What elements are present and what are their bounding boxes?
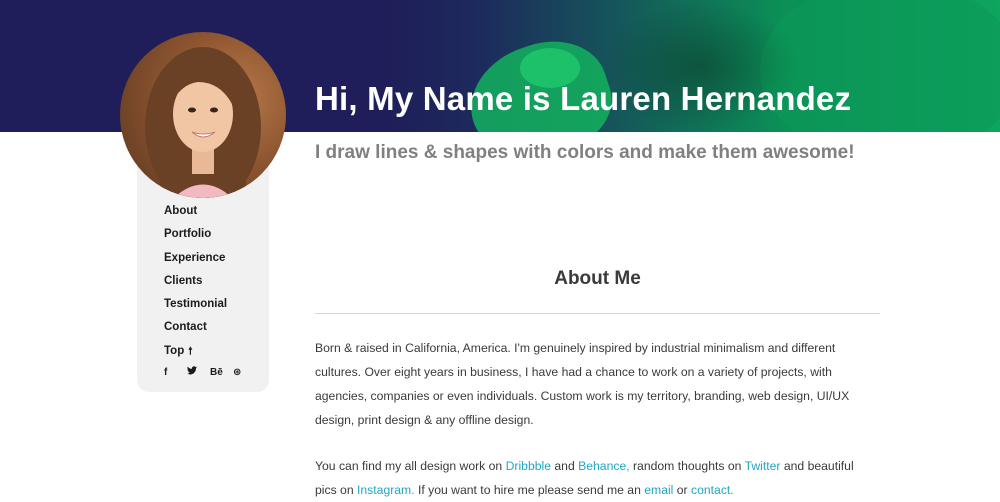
nav-item-about[interactable]: About [164,204,227,227]
nav-item-portfolio[interactable]: Portfolio [164,227,227,250]
dribbble-link[interactable]: Dribbble [506,459,551,473]
links-text: If you want to hire me please send me an [414,483,645,497]
twitter-icon[interactable] [187,366,210,378]
avatar-portrait [145,47,261,198]
behance-link[interactable]: Behance, [578,459,630,473]
nav-label: Contact [164,321,207,334]
nav-label: Clients [164,274,203,287]
arrow-up-icon: 🠕 [188,345,193,357]
tagline: I draw lines & shapes with colors and ma… [315,142,855,163]
page-title: Hi, My Name is Lauren Hernandez [315,80,852,117]
nav-label: Experience [164,251,226,264]
avatar [120,32,286,198]
nav-label: Testimonial [164,298,228,311]
section-divider [315,313,880,314]
facebook-icon[interactable]: f [164,367,187,378]
about-links-paragraph: You can find my all design work on Dribb… [315,454,875,502]
links-text: You can find my all design work on [315,459,506,473]
behance-icon[interactable]: Bē [210,367,233,378]
nav-item-clients[interactable]: Clients [164,274,227,297]
nav-label: Portfolio [164,228,212,241]
social-links: f Bē ⊛ [164,366,256,378]
links-text: or [673,483,691,497]
contact-link[interactable]: contact. [691,483,734,497]
sidebar-nav: About Portfolio Experience Clients Testi… [164,204,227,367]
twitter-link[interactable]: Twitter [745,459,781,473]
nav-item-testimonial[interactable]: Testimonial [164,297,227,320]
instagram-link[interactable]: Instagram. [357,483,415,497]
nav-item-experience[interactable]: Experience [164,251,227,274]
about-bio: Born & raised in California, America. I'… [315,341,850,427]
section-heading-about: About Me [554,268,641,289]
links-text: and [551,459,579,473]
dribbble-icon[interactable]: ⊛ [233,367,256,378]
nav-label: About [164,205,198,217]
nav-label: Top [164,344,185,357]
email-link[interactable]: email [644,483,673,497]
nav-item-top[interactable]: Top 🠕 [164,344,227,367]
nav-item-contact[interactable]: Contact [164,320,227,343]
links-text: random thoughts on [629,459,745,473]
